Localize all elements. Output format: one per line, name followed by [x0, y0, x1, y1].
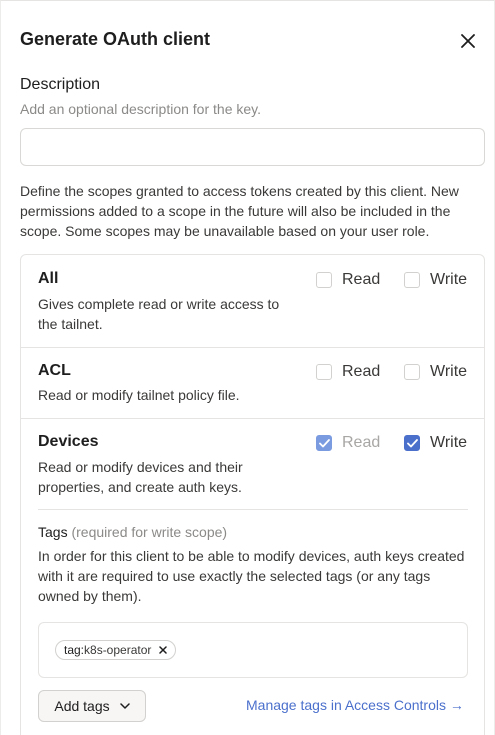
generate-oauth-client-dialog: Generate OAuth client Description Add an… — [0, 0, 495, 735]
description-label: Description — [20, 76, 101, 93]
manage-tags-link[interactable]: Manage tags in Access Controls → — [246, 697, 464, 713]
scope-devices-read-checkbox[interactable]: Read — [316, 434, 380, 452]
add-tags-label: Add tags — [54, 698, 110, 714]
scopes-panel: All Gives complete read or write access … — [20, 254, 485, 735]
scope-acl-read-checkbox[interactable]: Read — [316, 363, 380, 381]
tags-heading-note: (required for write scope) — [71, 524, 228, 540]
scope-name: Devices — [38, 433, 99, 450]
close-icon — [159, 646, 168, 654]
tags-description: In order for this client to be able to m… — [38, 548, 465, 604]
close-button[interactable] — [456, 29, 480, 53]
scope-devices-write-checkbox[interactable]: Write — [404, 434, 467, 452]
divider — [21, 347, 484, 348]
tag-chip-value: k8s-operator — [84, 643, 152, 657]
dialog-title: Generate OAuth client — [20, 29, 211, 49]
description-hint: Add an optional description for the key. — [20, 101, 262, 117]
selected-tags-box: tag: k8s-operator — [38, 622, 468, 678]
tag-chip: tag: k8s-operator — [55, 640, 177, 660]
close-icon — [461, 34, 475, 48]
checkbox-box[interactable] — [404, 364, 420, 380]
scope-description: Read or modify devices and their propert… — [38, 459, 243, 495]
checkbox-box[interactable] — [316, 435, 332, 451]
description-input[interactable] — [20, 128, 485, 166]
tag-chip-prefix: tag: — [64, 643, 85, 657]
scopes-intro-text: Define the scopes granted to access toke… — [20, 183, 459, 239]
divider — [21, 418, 484, 419]
scope-name: ACL — [38, 362, 71, 379]
checkbox-label: Read — [342, 434, 381, 451]
tags-heading: Tags (required for write scope) — [38, 524, 227, 540]
checkbox-box[interactable] — [316, 272, 332, 288]
checkbox-label: Write — [430, 271, 468, 288]
checkbox-label: Write — [430, 363, 468, 380]
checkbox-box[interactable] — [404, 435, 420, 451]
checkmark-icon — [318, 438, 330, 447]
checkbox-box[interactable] — [316, 364, 332, 380]
remove-tag-button[interactable] — [159, 646, 168, 654]
checkbox-label: Write — [430, 434, 468, 451]
scope-name: All — [38, 270, 59, 287]
scope-acl-write-checkbox[interactable]: Write — [404, 363, 467, 381]
add-tags-button[interactable]: Add tags — [38, 690, 146, 722]
checkmark-icon — [406, 438, 418, 447]
scope-description: Gives complete read or write access to t… — [38, 296, 280, 332]
tags-heading-label: Tags — [38, 524, 68, 540]
scope-description: Read or modify tailnet policy file. — [38, 387, 240, 403]
scope-all-write-checkbox[interactable]: Write — [404, 271, 467, 289]
divider — [38, 509, 468, 510]
checkbox-label: Read — [342, 271, 381, 288]
checkbox-box[interactable] — [404, 272, 420, 288]
chevron-down-icon — [119, 703, 130, 709]
checkbox-label: Read — [342, 363, 381, 380]
scope-all-read-checkbox[interactable]: Read — [316, 271, 380, 289]
